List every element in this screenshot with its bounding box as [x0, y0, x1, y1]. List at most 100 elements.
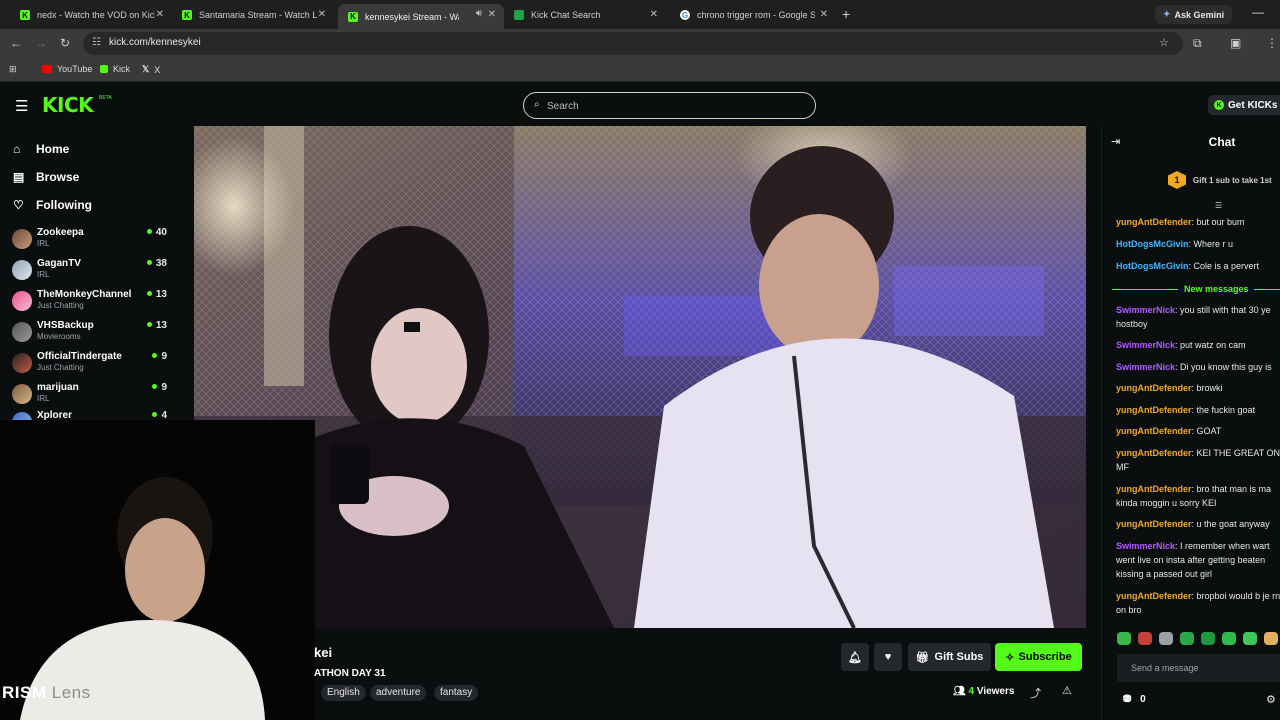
chat-username[interactable]: yungAntDefender: [1116, 484, 1192, 494]
heart-icon: ♥: [884, 651, 892, 663]
streamer-name[interactable]: kei: [314, 645, 332, 660]
close-icon[interactable]: ✕: [488, 9, 496, 20]
new-tab-button[interactable]: +: [842, 6, 850, 22]
browser-tab-active[interactable]: K kennesykei Stream - Watch Live 🔊︎ ✕: [338, 4, 504, 29]
chat-message[interactable]: HotDogsMcGivin: Where r u: [1116, 237, 1280, 251]
new-messages-divider[interactable]: New messages: [1112, 284, 1280, 294]
forward-icon[interactable]: →: [35, 36, 47, 50]
emote-icon[interactable]: [1201, 632, 1215, 645]
chat-username[interactable]: yungAntDefender: [1116, 426, 1192, 436]
close-icon[interactable]: ✕: [820, 9, 828, 20]
chat-message[interactable]: SwimmerNick: Di you know this guy is: [1116, 360, 1280, 374]
subscribe-button[interactable]: ✧ Subscribe: [995, 643, 1082, 671]
bookmark-x[interactable]: 𝕏 X: [142, 64, 160, 75]
emote-icon[interactable]: [1264, 632, 1278, 645]
sidebar-item-browse[interactable]: ▤ Browse: [13, 170, 79, 184]
bookmark-kick[interactable]: Kick: [100, 64, 130, 74]
chat-username[interactable]: SwimmerNick: [1116, 541, 1175, 551]
chat-username[interactable]: yungAntDefender: [1116, 448, 1192, 458]
chat-username[interactable]: SwimmerNick: [1116, 362, 1175, 372]
chat-message[interactable]: yungAntDefender: GOAT: [1116, 424, 1280, 438]
video-player[interactable]: [194, 126, 1086, 628]
sidepanel-icon[interactable]: ▣: [1230, 36, 1241, 50]
google-icon: G: [680, 10, 690, 20]
followed-channel[interactable]: Zookeepa IRL 40: [12, 227, 167, 257]
emote-icon[interactable]: [1180, 632, 1194, 645]
bookmark-youtube[interactable]: YouTube: [42, 64, 92, 74]
close-icon[interactable]: ✕: [650, 9, 658, 20]
sidebar-item-home[interactable]: ⌂ Home: [13, 142, 69, 156]
avatar: [12, 384, 32, 404]
chat-message[interactable]: HotDogsMcGivin: Cole is a pervert: [1116, 259, 1280, 273]
apps-icon[interactable]: ⊞: [9, 64, 17, 75]
emote-icon[interactable]: [1138, 632, 1152, 645]
chat-message[interactable]: yungAntDefender: but our bum: [1116, 215, 1280, 229]
bookmark-star-icon[interactable]: ☆: [1159, 36, 1169, 49]
followed-channel[interactable]: GaganTV IRL 38: [12, 258, 167, 288]
chat-message[interactable]: yungAntDefender: browki: [1116, 381, 1280, 395]
chat-username[interactable]: HotDogsMcGivin: [1116, 239, 1189, 249]
emote-icon[interactable]: [1117, 632, 1131, 645]
kicks-coin-icon: K: [1214, 100, 1224, 110]
get-kicks-button[interactable]: K Get KICKs: [1208, 95, 1280, 115]
channel-name: TheMonkeyChannel: [37, 289, 132, 300]
minimize-icon[interactable]: —: [1252, 5, 1264, 19]
chat-title: Chat: [1208, 135, 1236, 149]
browser-tab[interactable]: K nedx - Watch the VOD on Kick ✕: [10, 4, 172, 26]
emote-bar: [1117, 632, 1280, 646]
browser-tab[interactable]: G chrono trigger rom - Google Search ✕: [670, 4, 836, 26]
follow-button[interactable]: ♥: [874, 643, 902, 671]
kick-logo[interactable]: KICK: [42, 93, 94, 117]
expand-pinned-icon[interactable]: ☰: [1215, 201, 1222, 210]
chat-message[interactable]: SwimmerNick: put watz on cam: [1116, 338, 1280, 352]
chat-message[interactable]: yungAntDefender: u the goat anyway: [1116, 517, 1280, 531]
channel-points[interactable]: ⛃ 0: [1123, 694, 1146, 705]
chat-message[interactable]: SwimmerNick: you still with that 30 ye h…: [1116, 303, 1280, 331]
notification-bell-button[interactable]: 🔔︎: [841, 643, 869, 671]
gift-subs-button[interactable]: 🎁︎ Gift Subs: [908, 643, 991, 671]
speaker-icon[interactable]: 🔊︎: [476, 8, 482, 19]
browser-tab[interactable]: Kick Chat Search ✕: [504, 4, 666, 26]
extensions-icon[interactable]: ⧉: [1193, 36, 1202, 51]
followed-channel[interactable]: OfficialTindergate Just Chatting 9: [12, 351, 167, 381]
followed-channel[interactable]: marijuan IRL 9: [12, 382, 167, 412]
reload-icon[interactable]: ↻: [60, 36, 70, 50]
emote-icon[interactable]: [1243, 632, 1257, 645]
stream-tag[interactable]: fantasy: [434, 685, 479, 701]
chat-message[interactable]: SwimmerNick: I remember when wart went l…: [1116, 539, 1280, 581]
close-icon[interactable]: ✕: [318, 9, 326, 20]
emote-icon[interactable]: [1159, 632, 1173, 645]
chat-username[interactable]: yungAntDefender: [1116, 383, 1192, 393]
close-icon[interactable]: ✕: [156, 9, 164, 20]
chat-username[interactable]: HotDogsMcGivin: [1116, 261, 1189, 271]
back-icon[interactable]: ←: [10, 36, 22, 50]
share-icon[interactable]: ⤴: [1030, 685, 1041, 701]
chat-message[interactable]: yungAntDefender: KEI THE GREAT ON MF: [1116, 446, 1280, 474]
followed-channel[interactable]: TheMonkeyChannel Just Chatting 13: [12, 289, 167, 319]
hamburger-menu-icon[interactable]: ☰: [15, 97, 28, 115]
search-input[interactable]: ⌕ Search: [523, 92, 816, 119]
pinned-gift-banner[interactable]: 1 Gift 1 sub to take 1st: [1168, 171, 1272, 189]
chat-username[interactable]: yungAntDefender: [1116, 217, 1192, 227]
stream-tag[interactable]: adventure: [370, 685, 427, 701]
ask-gemini-button[interactable]: ✦ Ask Gemini: [1155, 5, 1233, 24]
chat-message[interactable]: yungAntDefender: the fuckin goat: [1116, 403, 1280, 417]
browser-tab[interactable]: K Santamaria Stream - Watch Live ✕: [172, 4, 334, 26]
chat-message-input[interactable]: Send a message: [1117, 654, 1280, 682]
chat-username[interactable]: yungAntDefender: [1116, 591, 1192, 601]
menu-icon[interactable]: ⋮: [1266, 36, 1278, 50]
site-info-icon[interactable]: ☷: [92, 37, 101, 48]
followed-channel[interactable]: VHSBackup Movierooms 13: [12, 320, 167, 350]
chat-username[interactable]: yungAntDefender: [1116, 519, 1192, 529]
chat-message[interactable]: yungAntDefender: bropboi would b je rn o…: [1116, 589, 1280, 617]
emote-icon[interactable]: [1222, 632, 1236, 645]
address-bar[interactable]: ☷ kick.com/kennesykei ☆: [83, 32, 1183, 55]
chat-message[interactable]: yungAntDefender: bro that man is ma kind…: [1116, 482, 1280, 510]
chat-username[interactable]: yungAntDefender: [1116, 405, 1192, 415]
report-icon[interactable]: ⚠: [1062, 684, 1072, 697]
chat-username[interactable]: SwimmerNick: [1116, 305, 1175, 315]
gear-icon[interactable]: ⚙: [1266, 693, 1276, 706]
stream-tag[interactable]: English: [321, 685, 366, 701]
sidebar-item-following[interactable]: ♡ Following: [13, 198, 92, 212]
chat-username[interactable]: SwimmerNick: [1116, 340, 1175, 350]
